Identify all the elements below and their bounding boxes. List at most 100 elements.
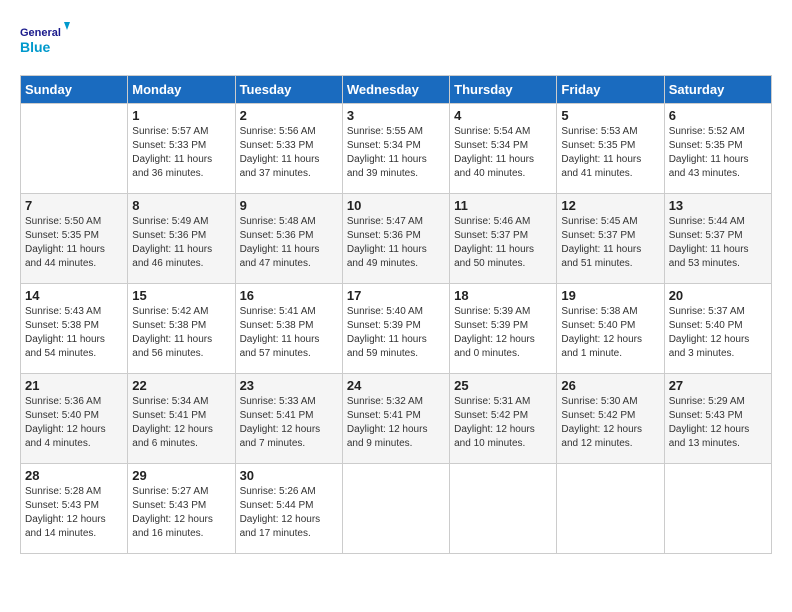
day-info: Sunrise: 5:40 AM Sunset: 5:39 PM Dayligh…	[347, 305, 445, 361]
calendar-cell: 7 Sunrise: 5:50 AM Sunset: 5:35 PM Daylig…	[21, 194, 128, 284]
calendar-cell: 2 Sunrise: 5:56 AM Sunset: 5:33 PM Daylig…	[235, 104, 342, 194]
calendar-cell: 20 Sunrise: 5:37 AM Sunset: 5:40 PM Dayli…	[664, 284, 771, 374]
calendar-cell: 12 Sunrise: 5:45 AM Sunset: 5:37 PM Dayli…	[557, 194, 664, 284]
svg-text:General: General	[20, 27, 61, 39]
day-number: 8	[132, 198, 230, 213]
day-number: 24	[347, 378, 445, 393]
day-number: 3	[347, 108, 445, 123]
header-thursday: Thursday	[450, 76, 557, 104]
header-sunday: Sunday	[21, 76, 128, 104]
calendar-cell: 3 Sunrise: 5:55 AM Sunset: 5:34 PM Daylig…	[342, 104, 449, 194]
calendar-week-row: 28Sunrise: 5:28 AM Sunset: 5:43 PM Dayli…	[21, 464, 772, 554]
calendar-week-row: 21 Sunrise: 5:36 AM Sunset: 5:40 PM Dayli…	[21, 374, 772, 464]
day-info: Sunrise: 5:29 AM Sunset: 5:43 PM Dayligh…	[669, 395, 767, 451]
day-number: 4	[454, 108, 552, 123]
day-info: Sunrise: 5:39 AM Sunset: 5:39 PM Dayligh…	[454, 305, 552, 361]
day-info: Sunrise: 5:41 AM Sunset: 5:38 PM Dayligh…	[240, 305, 338, 361]
calendar-cell: 23 Sunrise: 5:33 AM Sunset: 5:41 PM Dayli…	[235, 374, 342, 464]
calendar-cell: 4 Sunrise: 5:54 AM Sunset: 5:34 PM Daylig…	[450, 104, 557, 194]
day-number: 21	[25, 378, 123, 393]
day-number: 15	[132, 288, 230, 303]
day-info: Sunrise: 5:43 AM Sunset: 5:38 PM Dayligh…	[25, 305, 123, 361]
day-number: 27	[669, 378, 767, 393]
day-number: 6	[669, 108, 767, 123]
day-info: Sunrise: 5:32 AM Sunset: 5:41 PM Dayligh…	[347, 395, 445, 451]
day-number: 28	[25, 468, 123, 483]
day-number: 10	[347, 198, 445, 213]
day-number: 1	[132, 108, 230, 123]
day-info: Sunrise: 5:44 AM Sunset: 5:37 PM Dayligh…	[669, 215, 767, 271]
day-info: Sunrise: 5:42 AM Sunset: 5:38 PM Dayligh…	[132, 305, 230, 361]
calendar-cell	[664, 464, 771, 554]
day-info: Sunrise: 5:50 AM Sunset: 5:35 PM Dayligh…	[25, 215, 123, 271]
day-info: Sunrise: 5:38 AM Sunset: 5:40 PM Dayligh…	[561, 305, 659, 361]
day-info: Sunrise: 5:48 AM Sunset: 5:36 PM Dayligh…	[240, 215, 338, 271]
day-info: Sunrise: 5:47 AM Sunset: 5:36 PM Dayligh…	[347, 215, 445, 271]
calendar-cell: 13 Sunrise: 5:44 AM Sunset: 5:37 PM Dayli…	[664, 194, 771, 284]
header-friday: Friday	[557, 76, 664, 104]
calendar-cell: 14Sunrise: 5:43 AM Sunset: 5:38 PM Dayli…	[21, 284, 128, 374]
day-info: Sunrise: 5:34 AM Sunset: 5:41 PM Dayligh…	[132, 395, 230, 451]
calendar-header-row: SundayMondayTuesdayWednesdayThursdayFrid…	[21, 76, 772, 104]
day-number: 2	[240, 108, 338, 123]
day-info: Sunrise: 5:49 AM Sunset: 5:36 PM Dayligh…	[132, 215, 230, 271]
header-wednesday: Wednesday	[342, 76, 449, 104]
day-number: 13	[669, 198, 767, 213]
day-number: 26	[561, 378, 659, 393]
calendar-cell: 21 Sunrise: 5:36 AM Sunset: 5:40 PM Dayli…	[21, 374, 128, 464]
day-number: 7	[25, 198, 123, 213]
calendar-cell: 16 Sunrise: 5:41 AM Sunset: 5:38 PM Dayli…	[235, 284, 342, 374]
day-number: 17	[347, 288, 445, 303]
day-info: Sunrise: 5:56 AM Sunset: 5:33 PM Dayligh…	[240, 125, 338, 181]
calendar-table: SundayMondayTuesdayWednesdayThursdayFrid…	[20, 75, 772, 554]
day-info: Sunrise: 5:52 AM Sunset: 5:35 PM Dayligh…	[669, 125, 767, 181]
day-number: 18	[454, 288, 552, 303]
calendar-week-row: 7 Sunrise: 5:50 AM Sunset: 5:35 PM Daylig…	[21, 194, 772, 284]
calendar-cell: 29 Sunrise: 5:27 AM Sunset: 5:43 PM Dayli…	[128, 464, 235, 554]
calendar-cell: 5Sunrise: 5:53 AM Sunset: 5:35 PM Daylig…	[557, 104, 664, 194]
day-number: 5	[561, 108, 659, 123]
svg-text:Blue: Blue	[20, 39, 51, 55]
calendar-cell	[557, 464, 664, 554]
header-monday: Monday	[128, 76, 235, 104]
page-header: General Blue	[20, 20, 772, 65]
day-info: Sunrise: 5:45 AM Sunset: 5:37 PM Dayligh…	[561, 215, 659, 271]
day-info: Sunrise: 5:37 AM Sunset: 5:40 PM Dayligh…	[669, 305, 767, 361]
day-info: Sunrise: 5:27 AM Sunset: 5:43 PM Dayligh…	[132, 485, 230, 541]
day-number: 29	[132, 468, 230, 483]
day-number: 9	[240, 198, 338, 213]
calendar-cell: 19Sunrise: 5:38 AM Sunset: 5:40 PM Dayli…	[557, 284, 664, 374]
day-number: 23	[240, 378, 338, 393]
calendar-cell: 30 Sunrise: 5:26 AM Sunset: 5:44 PM Dayli…	[235, 464, 342, 554]
calendar-cell: 6 Sunrise: 5:52 AM Sunset: 5:35 PM Daylig…	[664, 104, 771, 194]
day-info: Sunrise: 5:54 AM Sunset: 5:34 PM Dayligh…	[454, 125, 552, 181]
calendar-cell: 9 Sunrise: 5:48 AM Sunset: 5:36 PM Daylig…	[235, 194, 342, 284]
calendar-week-row: 14Sunrise: 5:43 AM Sunset: 5:38 PM Dayli…	[21, 284, 772, 374]
calendar-cell: 25 Sunrise: 5:31 AM Sunset: 5:42 PM Dayli…	[450, 374, 557, 464]
calendar-cell	[21, 104, 128, 194]
calendar-cell: 27 Sunrise: 5:29 AM Sunset: 5:43 PM Dayli…	[664, 374, 771, 464]
calendar-week-row: 1Sunrise: 5:57 AM Sunset: 5:33 PM Daylig…	[21, 104, 772, 194]
day-info: Sunrise: 5:31 AM Sunset: 5:42 PM Dayligh…	[454, 395, 552, 451]
day-number: 11	[454, 198, 552, 213]
calendar-cell: 10 Sunrise: 5:47 AM Sunset: 5:36 PM Dayli…	[342, 194, 449, 284]
day-number: 20	[669, 288, 767, 303]
day-info: Sunrise: 5:26 AM Sunset: 5:44 PM Dayligh…	[240, 485, 338, 541]
calendar-cell: 26 Sunrise: 5:30 AM Sunset: 5:42 PM Dayli…	[557, 374, 664, 464]
calendar-cell: 18 Sunrise: 5:39 AM Sunset: 5:39 PM Dayli…	[450, 284, 557, 374]
day-number: 12	[561, 198, 659, 213]
calendar-cell	[342, 464, 449, 554]
day-info: Sunrise: 5:30 AM Sunset: 5:42 PM Dayligh…	[561, 395, 659, 451]
logo: General Blue	[20, 20, 70, 65]
day-number: 30	[240, 468, 338, 483]
calendar-cell	[450, 464, 557, 554]
calendar-cell: 8 Sunrise: 5:49 AM Sunset: 5:36 PM Daylig…	[128, 194, 235, 284]
day-info: Sunrise: 5:33 AM Sunset: 5:41 PM Dayligh…	[240, 395, 338, 451]
day-info: Sunrise: 5:36 AM Sunset: 5:40 PM Dayligh…	[25, 395, 123, 451]
calendar-cell: 17 Sunrise: 5:40 AM Sunset: 5:39 PM Dayli…	[342, 284, 449, 374]
calendar-cell: 28Sunrise: 5:28 AM Sunset: 5:43 PM Dayli…	[21, 464, 128, 554]
day-number: 25	[454, 378, 552, 393]
header-tuesday: Tuesday	[235, 76, 342, 104]
day-info: Sunrise: 5:55 AM Sunset: 5:34 PM Dayligh…	[347, 125, 445, 181]
day-number: 16	[240, 288, 338, 303]
